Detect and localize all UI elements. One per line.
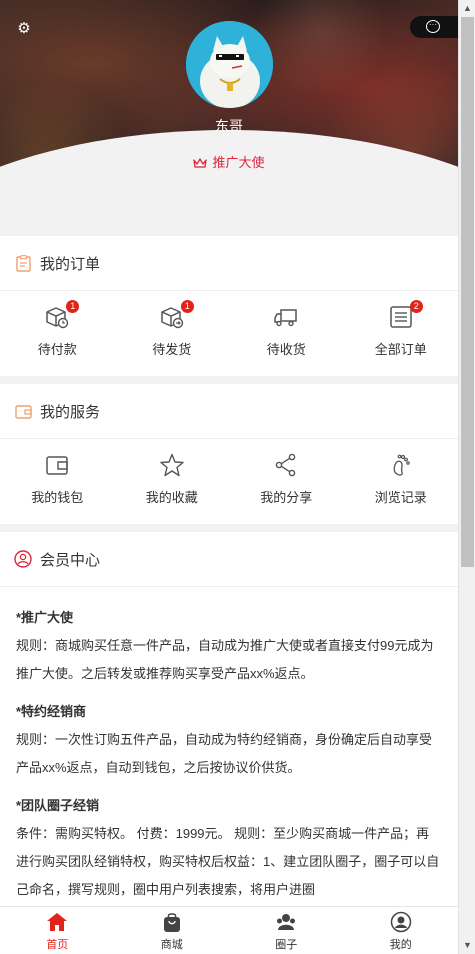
order-label: 待发货 [152,342,192,357]
service-share[interactable]: 我的分享 [229,439,344,524]
rule-title: *特约经销商 [16,704,87,719]
services-title: 我的服务 [40,403,101,421]
group-icon [275,911,297,933]
rule-text: 条件：需购买特权。 付费：1999元。 规则：至少购买商城一件产品；再进行购买团… [16,826,440,897]
truck-icon [273,304,299,330]
order-label: 待收货 [266,342,306,357]
member-header: 会员中心 [0,532,458,587]
order-pending-shipment[interactable]: 1 待发货 [115,291,230,376]
member-role: 推广大使 [0,152,458,172]
order-pending-payment[interactable]: 1 待付款 [0,291,115,376]
nickname: 东哥 [215,118,243,134]
home-icon [46,911,68,933]
tab-mall[interactable]: 商城 [115,907,230,954]
wallet-outline-icon [14,402,32,420]
vertical-scrollbar[interactable]: ▲ ▼ [458,0,475,954]
orders-card: 我的订单 1 待付款 1 待发货 待收货 2 全部订单 [0,236,458,376]
services-card: 我的服务 我的钱包 我的收藏 我的分享 浏览记录 [0,384,458,524]
bottom-tab-bar: 首页 商城 圈子 我的 [0,906,458,954]
box-send-icon: 1 [159,300,194,330]
rule-text: 规则：一次性订购五件产品，自动成为特约经销商，身份确定后自动享受产品xx%返点，… [16,732,433,775]
order-label: 待付款 [37,342,77,357]
service-wallet[interactable]: 我的钱包 [0,439,115,524]
member-title: 会员中心 [40,551,101,569]
service-label: 浏览记录 [374,490,427,505]
service-label: 我的收藏 [145,490,198,505]
service-favorites[interactable]: 我的收藏 [115,439,230,524]
wallet-icon [44,452,70,478]
gear-icon[interactable]: ⚙ [16,21,32,37]
order-pending-receipt[interactable]: 待收货 [229,291,344,376]
orders-title: 我的订单 [40,255,101,273]
scroll-down-icon[interactable]: ▼ [459,937,475,954]
rule-title: *推广大使 [16,610,74,625]
tab-mine[interactable]: 我的 [344,907,459,954]
orders-header[interactable]: 我的订单 [0,236,458,291]
footprint-icon [388,452,414,478]
list-icon: 2 [388,300,423,330]
tab-label: 我的 [389,939,412,951]
rule-title: *团队圈子经销 [16,798,100,813]
scrollbar-thumb[interactable] [461,17,474,567]
service-history[interactable]: 浏览记录 [344,439,459,524]
member-role-label: 推广大使 [212,155,265,170]
shopping-bag-icon [161,911,183,933]
user-circle-icon [14,550,32,568]
page-viewport: ⚙ ··· 东哥 推广大使 我的订单 1 待付款 1 待发货 待收货 2 全部订… [0,0,458,954]
clipboard-icon [14,254,32,272]
share-icon [273,452,299,478]
count-badge: 1 [180,300,194,313]
count-badge: 1 [66,300,80,313]
tab-home[interactable]: 首页 [0,907,115,954]
tab-label: 圈子 [275,939,298,951]
member-center-card: 会员中心 *推广大使 规则：商城购买任意一件产品，自动成为推广大使或者直接支付9… [0,532,458,952]
user-icon [390,911,412,933]
service-label: 我的分享 [260,490,313,505]
order-all[interactable]: 2 全部订单 [344,291,459,376]
avatar[interactable] [186,21,273,108]
tab-label: 首页 [46,939,69,951]
member-rules: *推广大使 规则：商城购买任意一件产品，自动成为推广大使或者直接支付99元成为推… [0,587,458,904]
message-button[interactable]: ··· [410,16,458,38]
count-badge: 2 [409,300,423,313]
scroll-up-icon[interactable]: ▲ [459,0,475,17]
service-label: 我的钱包 [31,490,84,505]
tab-circle[interactable]: 圈子 [229,907,344,954]
star-icon [159,452,185,478]
rule-text: 规则：商城购买任意一件产品，自动成为推广大使或者直接支付99元成为推广大使。之后… [16,638,434,681]
tab-label: 商城 [160,939,183,951]
services-header: 我的服务 [0,384,458,439]
box-clock-icon: 1 [44,300,80,330]
crown-icon [193,157,208,172]
order-label: 全部订单 [374,342,427,357]
chat-bubble-icon: ··· [426,20,440,33]
